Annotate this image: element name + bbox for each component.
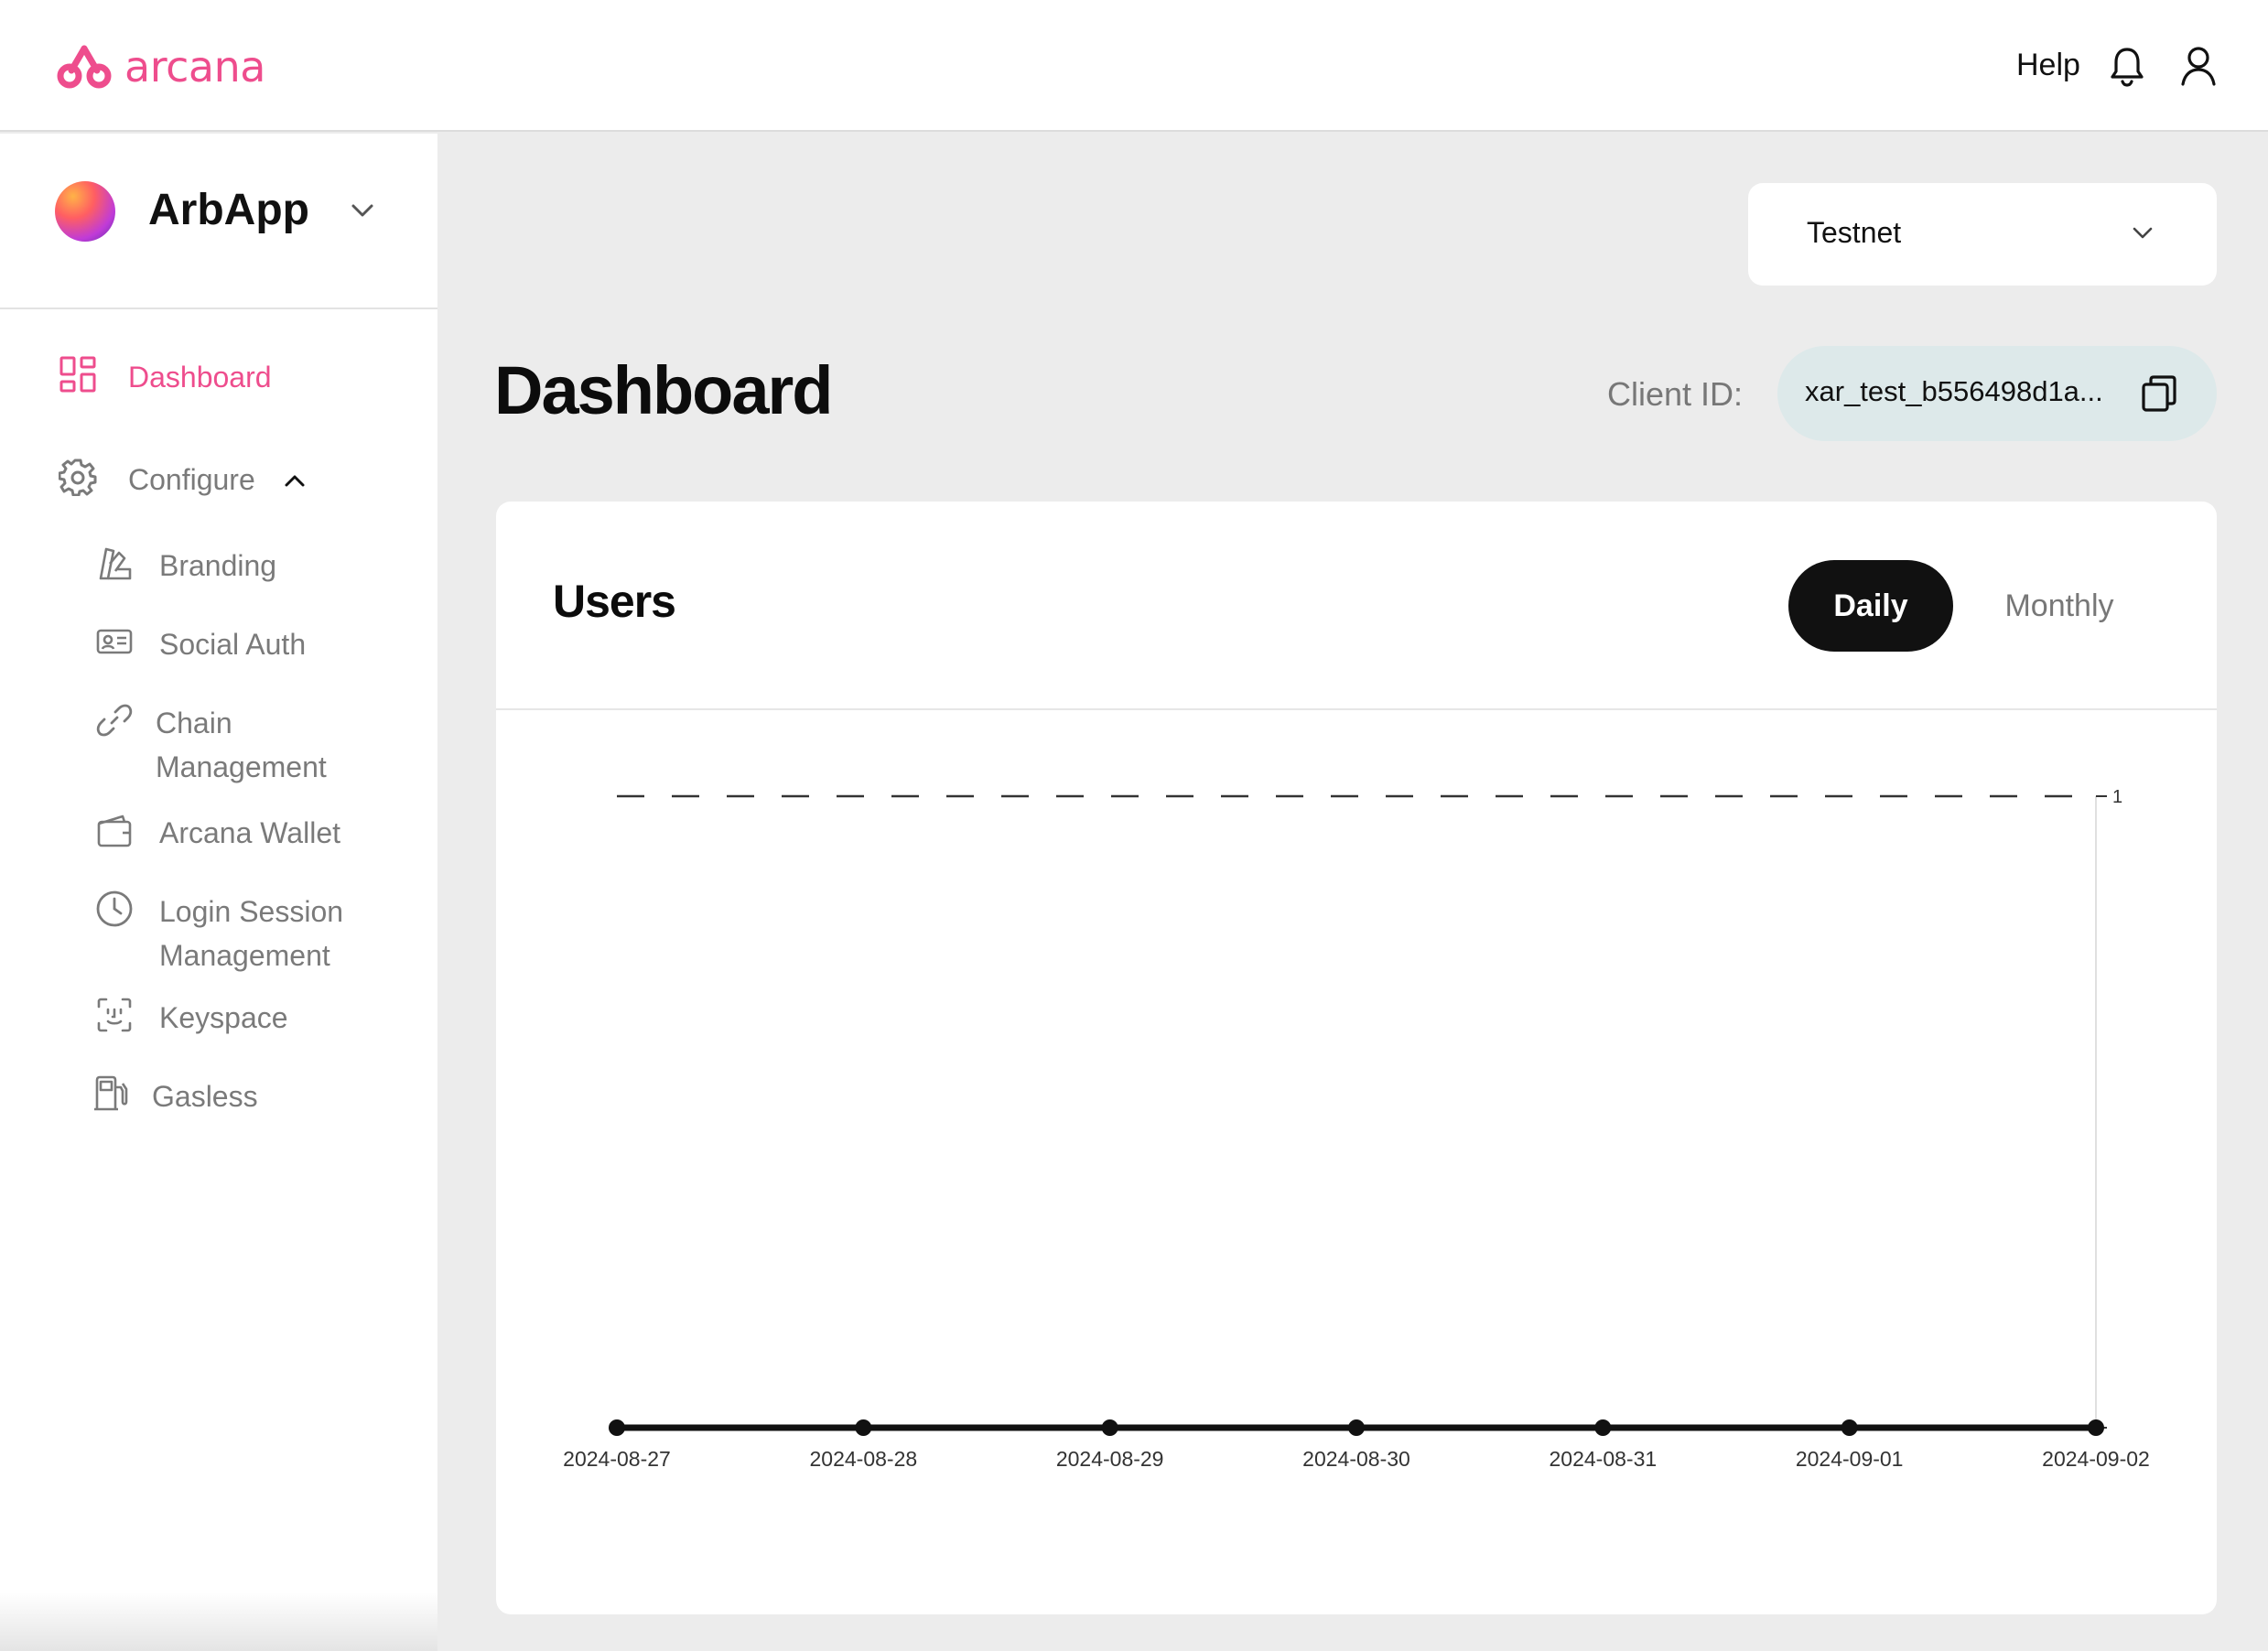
wallet-icon xyxy=(97,815,132,847)
user-icon[interactable] xyxy=(2178,44,2219,88)
x-tick-label: 2024-09-01 xyxy=(1796,1447,1904,1471)
card-header: Users Daily Monthly xyxy=(496,502,2217,710)
data-point xyxy=(1594,1419,1612,1436)
brand-logo[interactable]: arcana xyxy=(55,42,265,92)
copy-icon[interactable] xyxy=(2140,373,2178,414)
branding-icon xyxy=(99,547,132,580)
chevron-down-icon[interactable] xyxy=(350,201,375,220)
sidebar-item-label: Arcana Wallet xyxy=(159,816,340,849)
bottom-shade xyxy=(0,1592,437,1651)
chevron-up-icon[interactable] xyxy=(283,472,307,489)
sidebar-item-label-group: Login Session Management xyxy=(159,890,343,977)
x-tick-label: 2024-08-28 xyxy=(810,1447,918,1471)
sidebar-item-arcana-wallet[interactable]: Arcana Wallet xyxy=(95,811,340,855)
gear-icon xyxy=(59,459,97,496)
sidebar-item-label: Dashboard xyxy=(128,361,272,394)
dashboard-grid-icon xyxy=(59,356,96,393)
sidebar-item-chain-management[interactable]: Chain Management xyxy=(95,701,327,789)
data-point xyxy=(855,1419,872,1436)
client-id-pill: xar_test_b556498d1a... xyxy=(1777,346,2217,441)
face-scan-icon xyxy=(97,998,132,1032)
sidebar-item-label: Keyspace xyxy=(159,1001,288,1034)
sidebar-item-label: Branding xyxy=(159,549,277,582)
network-select[interactable]: Testnet xyxy=(1748,183,2217,286)
sidebar-item-label: Login Session xyxy=(159,895,344,928)
x-tick-label: 2024-08-29 xyxy=(1056,1447,1164,1471)
x-tick-label: 2024-08-27 xyxy=(563,1447,671,1471)
top-bar: arcana Help xyxy=(0,0,2268,132)
sidebar-item-label-group: Chain Management xyxy=(156,701,327,789)
id-card-icon xyxy=(96,629,133,654)
sidebar-item-dashboard[interactable]: Dashboard xyxy=(59,355,272,399)
data-point xyxy=(1101,1419,1118,1436)
clock-icon xyxy=(96,890,133,927)
network-value: Testnet xyxy=(1807,216,1902,249)
sidebar-item-social-auth[interactable]: Social Auth xyxy=(95,622,306,666)
sidebar-item-label: Chain xyxy=(156,707,232,739)
app-name: ArbApp xyxy=(148,186,309,234)
page-title: Dashboard xyxy=(494,352,834,428)
sidebar-item-keyspace[interactable]: Keyspace xyxy=(95,996,288,1040)
x-tick-label: 2024-08-30 xyxy=(1302,1447,1410,1471)
client-id-value: xar_test_b556498d1a... xyxy=(1805,375,2103,407)
link-icon xyxy=(96,704,133,737)
sidebar-item-configure[interactable]: Configure xyxy=(59,458,307,502)
chevron-down-icon xyxy=(2133,227,2153,239)
card-title: Users xyxy=(553,576,676,627)
sidebar-item-label-line2: Management xyxy=(159,939,330,972)
sidebar-item-branding[interactable]: Branding xyxy=(95,544,276,588)
data-point xyxy=(2088,1419,2104,1436)
data-point xyxy=(609,1419,625,1436)
sidebar-item-label-line2: Management xyxy=(156,750,327,783)
x-tick-label: 2024-08-31 xyxy=(1550,1447,1658,1471)
sidebar-item-label: Gasless xyxy=(152,1080,258,1113)
monthly-toggle-button[interactable]: Monthly xyxy=(1977,560,2142,652)
client-id-label: Client ID: xyxy=(1607,375,1744,413)
help-link[interactable]: Help xyxy=(2016,48,2080,83)
sidebar-item-label: Configure xyxy=(128,463,255,496)
daily-toggle-button[interactable]: Daily xyxy=(1788,560,1953,652)
x-tick-label: 2024-09-02 xyxy=(2042,1447,2150,1471)
app-avatar xyxy=(55,181,115,242)
bell-icon[interactable] xyxy=(2107,44,2147,88)
brand-name: arcana xyxy=(124,42,265,92)
y-tick-label: 1 xyxy=(2112,787,2122,807)
users-card: Users Daily Monthly 1 2024-08-27 2024-08-2… xyxy=(496,502,2217,1614)
fuel-pump-icon xyxy=(94,1075,128,1111)
sidebar: ArbApp Dashboard Configure Branding Soci… xyxy=(0,134,437,1651)
sidebar-item-label: Social Auth xyxy=(159,628,307,661)
sidebar-item-login-session[interactable]: Login Session Management xyxy=(95,890,343,977)
sidebar-item-gasless[interactable]: Gasless xyxy=(92,1074,258,1118)
data-point xyxy=(1348,1419,1365,1436)
users-line-chart: 1 2024-08-27 2024-08-28 2024-08-29 2024-08-3… xyxy=(563,787,2150,1471)
data-point xyxy=(1841,1419,1858,1436)
arcana-logo-icon xyxy=(57,45,112,89)
app-switcher[interactable]: ArbApp xyxy=(0,134,437,309)
